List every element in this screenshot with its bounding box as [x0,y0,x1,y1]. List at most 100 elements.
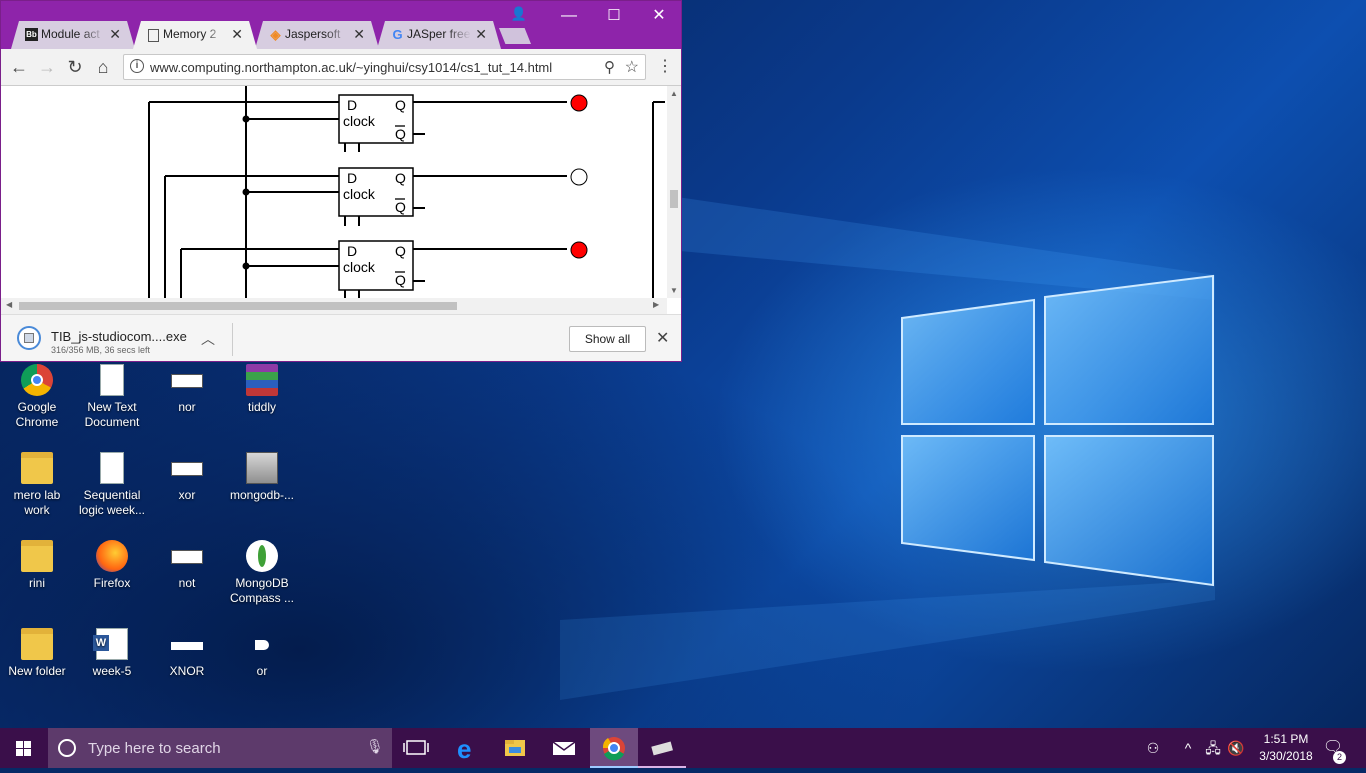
home-button[interactable]: ⌂ [91,55,115,79]
vertical-scrollbar[interactable]: ▲ ▼ [667,86,681,298]
taskbar: Type here to search 🎙 e ⚇ ^ 🖧 🔇 1:51 PM … [0,728,1366,768]
search-box[interactable]: Type here to search 🎙 [48,728,392,768]
url-text[interactable]: www.computing.northampton.ac.uk/~yinghui… [150,60,552,75]
back-button[interactable]: ← [7,55,31,79]
address-bar[interactable]: i www.computing.northampton.ac.uk/~yingh… [123,54,646,80]
desktop-icon-not[interactable]: not [150,540,224,591]
menu-kebab-icon[interactable]: ⋮ [653,55,677,79]
notification-count-badge: 2 [1333,751,1346,764]
scrollbar-thumb[interactable] [19,302,457,310]
chrome-window: Bb Module act ✕ Memory 2 ✕ ◈ Jaspersoft … [0,0,682,362]
desktop-icon-mongodb-compass[interactable]: MongoDB Compass ... [225,540,299,606]
file-explorer-button[interactable] [491,728,539,768]
desktop-icon-google-chrome[interactable]: Google Chrome [0,364,74,430]
tab-jaspersoft[interactable]: ◈ Jaspersoft ✕ [255,21,379,49]
desktop-icon-label: week-5 [92,664,132,678]
people-icon[interactable]: ⚇ [1140,728,1166,768]
bookmark-star-icon[interactable]: ☆ [625,57,639,77]
scroll-left-icon[interactable]: ◀ [6,300,12,309]
folder-icon [21,540,53,572]
desktop-icon-or[interactable]: or [225,628,299,679]
desktop-icon-nor[interactable]: nor [150,364,224,415]
d-input-label: D [347,170,357,186]
chrome-icon [21,364,53,396]
close-window-button[interactable]: ✕ [639,5,679,27]
search-placeholder[interactable]: Type here to search [88,740,221,757]
desktop-icon-xnor[interactable]: XNOR [150,628,224,679]
desktop-icon-sequential-logic-week[interactable]: Sequential logic week... [75,452,149,518]
scroll-down-icon[interactable]: ▼ [667,286,681,295]
close-icon[interactable]: ✕ [475,26,487,43]
app-button[interactable] [638,728,686,768]
mail-button[interactable] [540,728,588,768]
zoom-icon[interactable]: ⚲ [604,58,615,76]
download-filename[interactable]: TIB_js-studiocom....exe [51,329,187,344]
desktop-icon-xor[interactable]: xor [150,452,224,503]
mail-icon [552,741,576,755]
chrome-icon [602,737,625,761]
winrar-archive-icon [246,364,278,396]
folder-icon [21,452,53,484]
download-status: 316/356 MB, 36 secs left [51,345,151,355]
flip-flop-memory-diagram: D clock Q Q D clock Q Q D clock Q Q [148,86,665,298]
scroll-right-icon[interactable]: ▶ [653,300,659,309]
chevron-up-icon[interactable]: ^ [1178,728,1198,768]
desktop-icon-new-text-document[interactable]: New Text Document [75,364,149,430]
title-bar[interactable]: Bb Module act ✕ Memory 2 ✕ ◈ Jaspersoft … [1,1,681,49]
tab-jasper-free[interactable]: G JASper free ✕ [377,21,501,49]
close-icon[interactable]: ✕ [656,328,669,348]
installer-icon [246,452,278,484]
tab-memory-2[interactable]: Memory 2 ✕ [133,21,257,49]
profile-icon[interactable]: 👤 [499,3,539,25]
reload-button[interactable]: ↻ [63,55,87,79]
chrome-taskbar-button[interactable] [590,728,638,768]
new-tab-button[interactable] [499,28,531,44]
desktop-icon-week-5[interactable]: week-5 [75,628,149,679]
chip-icon [651,741,673,756]
firefox-icon [96,540,128,572]
scroll-up-icon[interactable]: ▲ [667,89,681,98]
maximize-button[interactable]: ☐ [594,5,634,27]
microphone-icon[interactable]: 🎙 [366,738,384,755]
desktop-icon-label: nor [178,400,196,414]
network-icon[interactable]: 🖧 [1202,728,1224,768]
download-shelf: TIB_js-studiocom....exe 316/356 MB, 36 s… [1,314,681,361]
desktop-icon-label: Google Chrome [15,400,59,429]
chevron-up-icon[interactable]: ︿ [201,329,215,349]
show-all-button[interactable]: Show all [569,326,646,352]
desktop-icon-label: xor [178,488,196,502]
close-icon[interactable]: ✕ [353,26,365,43]
close-icon[interactable]: ✕ [109,26,121,43]
desktop-icon-mero-lab-work[interactable]: mero lab work [0,452,74,518]
logic-gate-icon [171,550,203,564]
q-output-label: Q [395,170,406,186]
browser-toolbar: ← → ↻ ⌂ i www.computing.northampton.ac.u… [1,49,681,86]
logic-gate-icon [171,462,203,476]
close-icon[interactable]: ✕ [231,26,243,43]
horizontal-scrollbar[interactable]: ◀ ▶ [1,298,667,314]
desktop-icon-tiddly[interactable]: tiddly [225,364,299,415]
desktop-icon-new-folder[interactable]: New folder [0,628,74,679]
q-output-label: Q [395,243,406,259]
scrollbar-thumb[interactable] [670,190,678,208]
q-bar-label: Q [395,199,406,215]
text-document-icon [100,364,124,396]
tab-module-activity[interactable]: Bb Module act ✕ [11,21,135,49]
clock-date: 3/30/2018 [1259,749,1313,763]
task-view-button[interactable] [392,728,440,768]
desktop-icon-rini[interactable]: rini [0,540,74,591]
system-clock[interactable]: 1:51 PM 3/30/2018 [1244,731,1328,765]
desktop-icon-label: MongoDB Compass ... [229,576,295,605]
desktop-icon-firefox[interactable]: Firefox [75,540,149,591]
forward-button[interactable]: → [35,55,59,79]
desktop-icon-mongodb[interactable]: mongodb-... [225,452,299,503]
output-led[interactable] [570,241,588,259]
start-button[interactable] [0,728,48,768]
minimize-button[interactable]: — [549,5,589,27]
output-led[interactable] [570,94,588,112]
edge-button[interactable]: e [443,728,491,768]
info-icon[interactable]: i [130,59,144,73]
output-led[interactable] [570,168,588,186]
mongodb-compass-icon [246,540,278,572]
folder-icon [505,740,525,756]
